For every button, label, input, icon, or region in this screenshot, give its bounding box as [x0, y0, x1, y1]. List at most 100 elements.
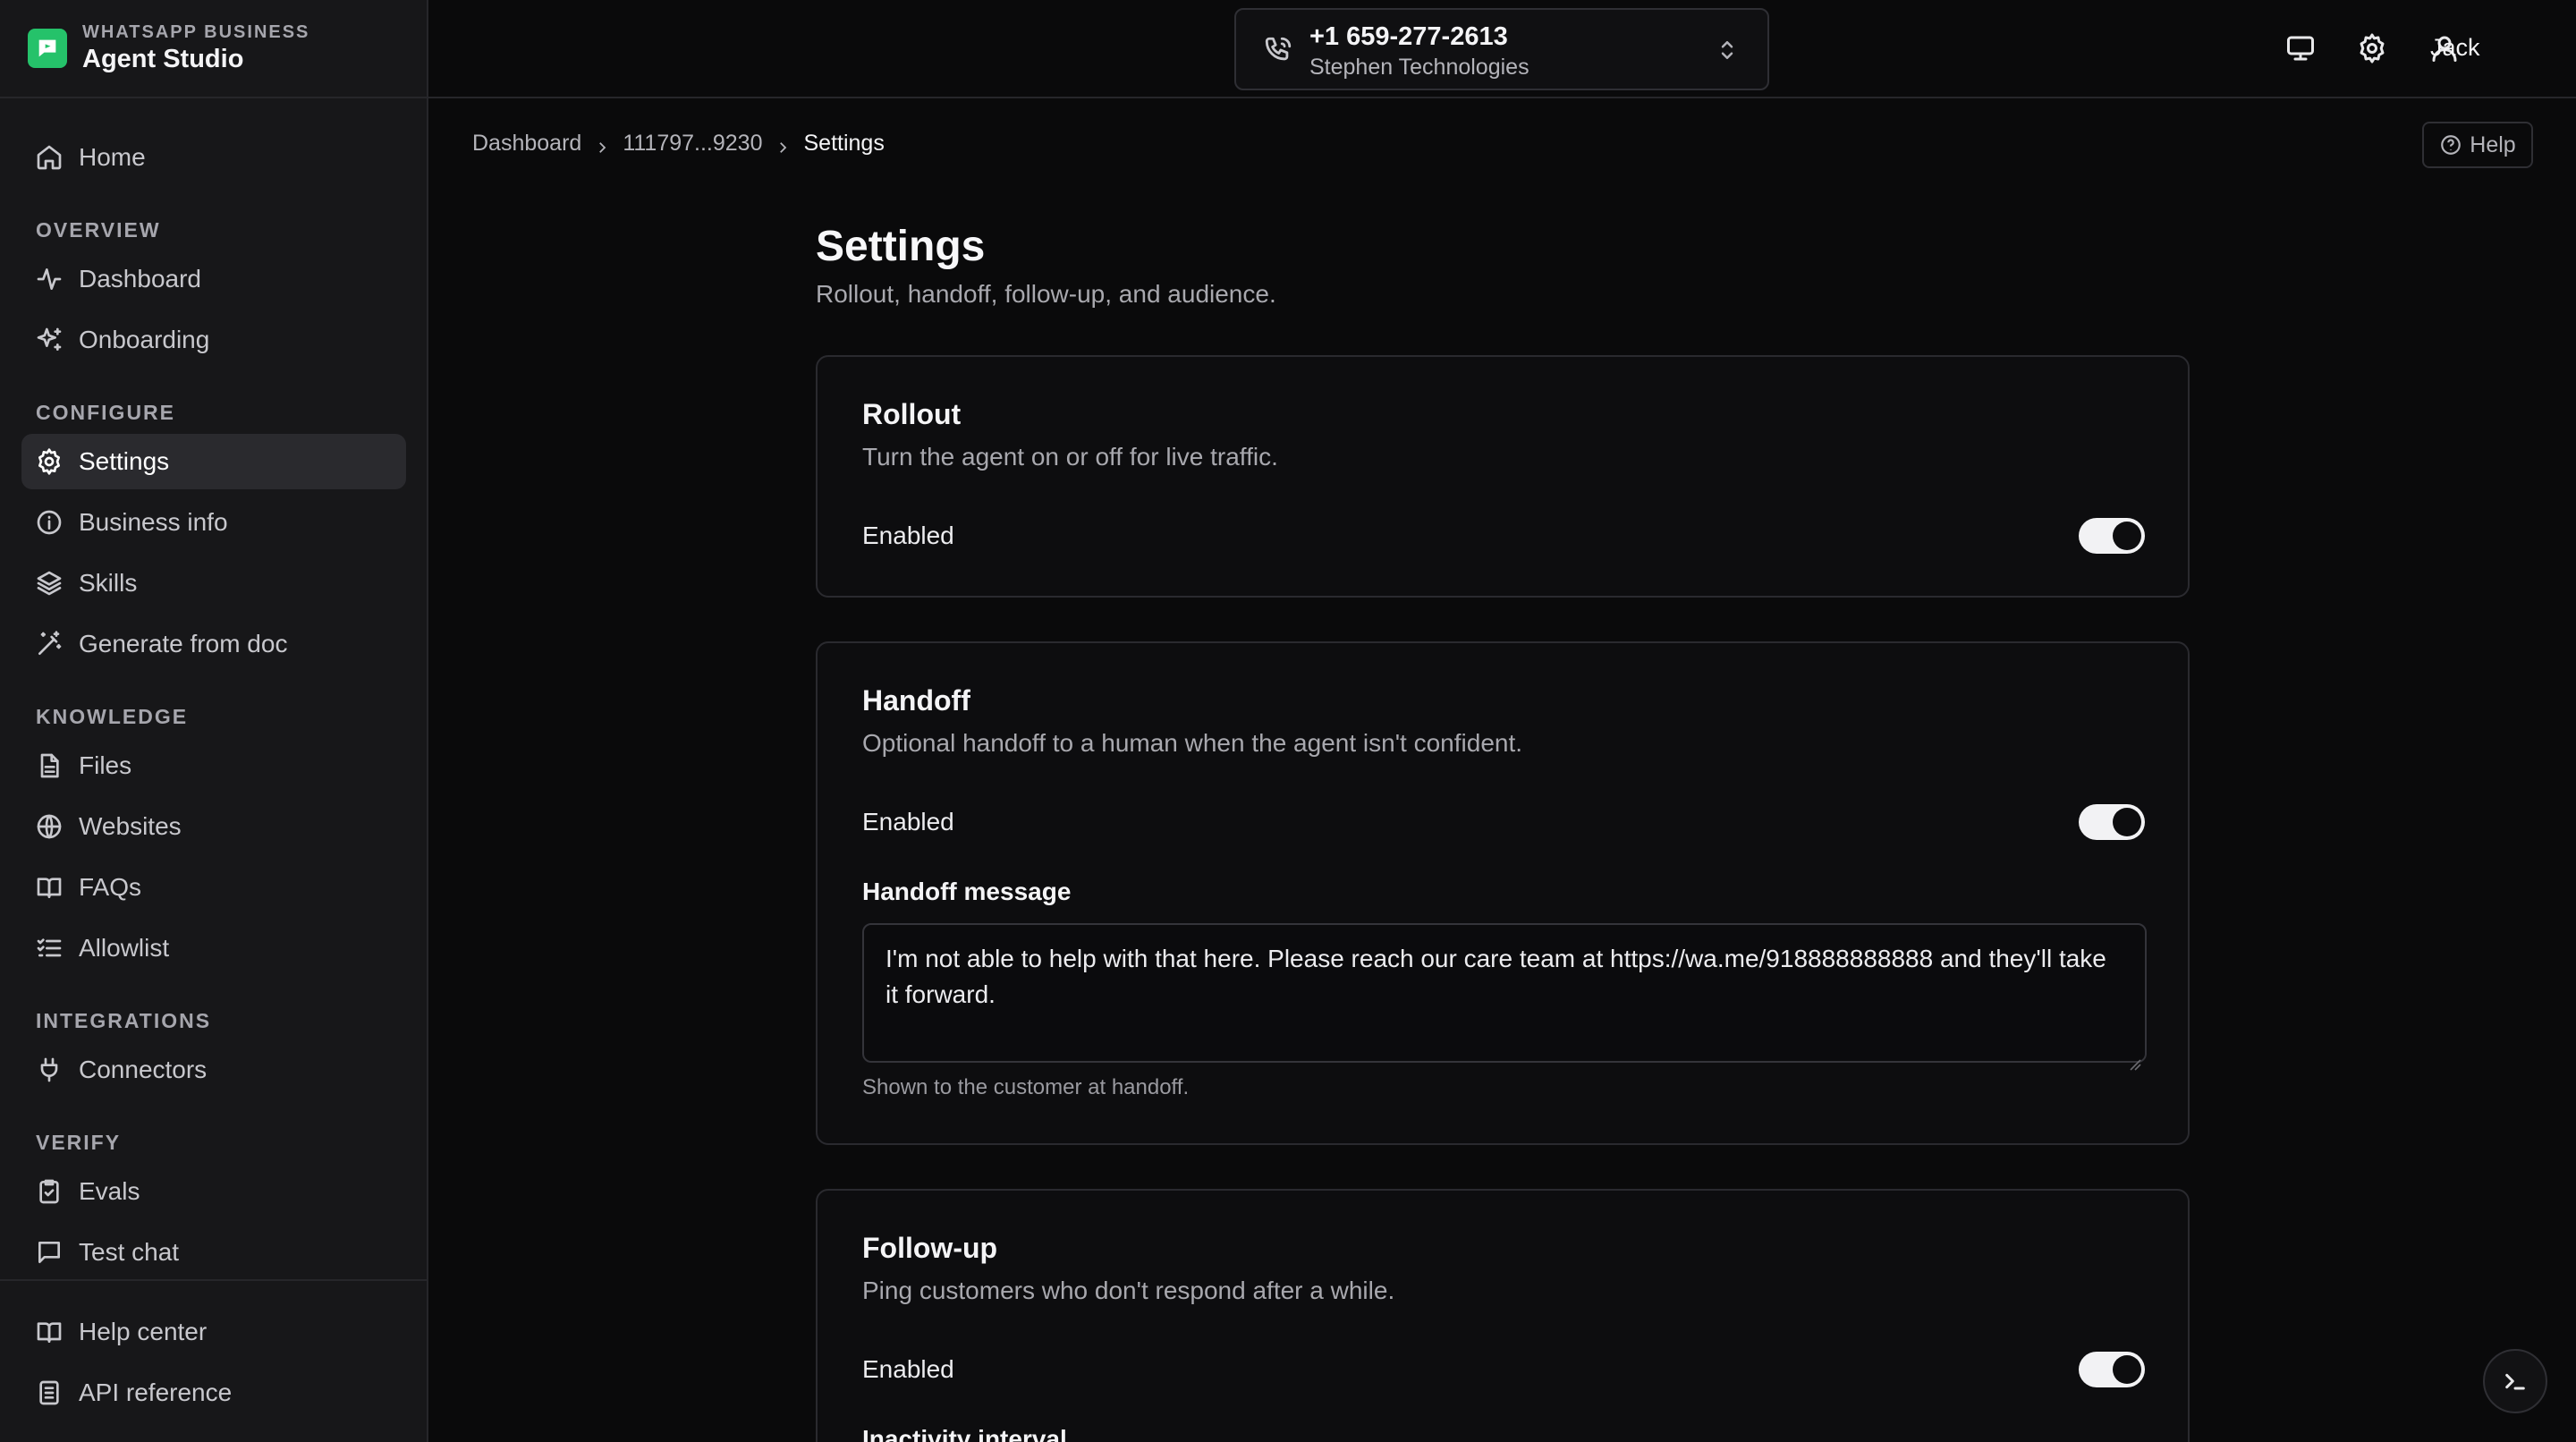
handoff-card: Handoff Optional handoff to a human when…	[816, 641, 2190, 1145]
sidebar-item-files[interactable]: Files	[21, 738, 406, 793]
handoff-message-help: Shown to the customer at handoff.	[862, 1075, 1190, 1099]
plug-icon	[34, 1055, 64, 1085]
toggle-knob	[2113, 808, 2141, 836]
topbar: +1 659-277-2613 Stephen Technologies Jac…	[428, 0, 2576, 98]
breadcrumb: Dashboard 111797...9230 Settings	[472, 131, 885, 157]
section-label-overview: OVERVIEW	[36, 218, 161, 242]
magic-wand-icon	[34, 629, 64, 659]
account-switcher[interactable]: +1 659-277-2613 Stephen Technologies	[1234, 8, 1769, 90]
sidebar-item-label: Business info	[79, 508, 228, 536]
rollout-title: Rollout	[862, 398, 962, 430]
sidebar-item-label: Generate from doc	[79, 630, 288, 657]
breadcrumb-dashboard[interactable]: Dashboard	[472, 131, 581, 157]
book-icon	[34, 872, 64, 903]
sidebar-item-label: Onboarding	[79, 326, 210, 353]
sparkles-icon	[34, 325, 64, 355]
handoff-title: Handoff	[862, 684, 970, 717]
sidebar-item-dashboard[interactable]: Dashboard	[21, 251, 406, 307]
followup-card: Follow-up Ping customers who don't respo…	[816, 1189, 2190, 1442]
sidebar-item-api-reference[interactable]: API reference	[21, 1365, 406, 1421]
toggle-knob	[2113, 1355, 2141, 1384]
handoff-enabled-label: Enabled	[862, 808, 954, 836]
sidebar-item-help-center[interactable]: Help center	[21, 1304, 406, 1360]
sidebar-item-label: Skills	[79, 569, 138, 597]
rollout-card: Rollout Turn the agent on or off for liv…	[816, 355, 2190, 598]
sidebar-item-label: Help center	[79, 1318, 208, 1345]
sidebar-item-label: API reference	[79, 1378, 233, 1406]
breadcrumb-current: Settings	[803, 131, 885, 156]
page-subtitle: Rollout, handoff, follow-up, and audienc…	[816, 280, 1276, 308]
terminal-button[interactable]	[2483, 1349, 2547, 1413]
help-button[interactable]: Help	[2422, 122, 2533, 168]
sidebar-item-evals[interactable]: Evals	[21, 1164, 406, 1219]
user-name[interactable]: Jack	[2430, 34, 2480, 62]
document-icon	[34, 1378, 64, 1408]
sidebar-item-onboarding[interactable]: Onboarding	[21, 312, 406, 368]
sidebar-item-home[interactable]: Home	[21, 130, 406, 185]
sidebar-item-websites[interactable]: Websites	[21, 799, 406, 854]
sidebar-item-skills[interactable]: Skills	[21, 556, 406, 611]
gear-icon[interactable]	[2356, 32, 2388, 64]
sidebar-item-test-chat[interactable]: Test chat	[21, 1225, 406, 1280]
section-label-verify: VERIFY	[36, 1131, 122, 1154]
list-check-icon	[34, 933, 64, 963]
sidebar-item-faqs[interactable]: FAQs	[21, 860, 406, 915]
sidebar-item-label: Test chat	[79, 1238, 180, 1266]
sidebar-item-label: Settings	[79, 447, 170, 475]
brand-kicker: WHATSAPP BUSINESS	[82, 22, 310, 42]
handoff-description: Optional handoff to a human when the age…	[862, 729, 1523, 757]
handoff-message-value: I'm not able to help with that here. Ple…	[886, 945, 2106, 1008]
app-root: WHATSAPP BUSINESS Agent Studio Home OVER…	[0, 0, 2576, 1442]
sidebar-divider	[0, 1279, 427, 1281]
question-circle-icon	[2441, 135, 2462, 155]
followup-enabled-toggle[interactable]	[2079, 1352, 2145, 1387]
sidebar-item-label: Connectors	[79, 1056, 208, 1083]
gear-icon	[34, 446, 64, 477]
sidebar-item-label: Evals	[79, 1177, 140, 1205]
help-button-label: Help	[2470, 131, 2516, 157]
section-label-integrations: INTEGRATIONS	[36, 1009, 212, 1032]
monitor-icon[interactable]	[2284, 32, 2317, 64]
brand-title: Agent Studio	[82, 45, 244, 73]
account-company-name: Stephen Technologies	[1309, 55, 1530, 80]
chevron-right-icon	[594, 136, 610, 153]
followup-title: Follow-up	[862, 1232, 998, 1264]
rollout-description: Turn the agent on or off for live traffi…	[862, 443, 1278, 471]
followup-enabled-label: Enabled	[862, 1355, 954, 1383]
sidebar: WHATSAPP BUSINESS Agent Studio Home OVER…	[0, 0, 428, 1442]
terminal-icon	[2505, 1373, 2525, 1390]
globe-icon	[34, 811, 64, 842]
rollout-enabled-label: Enabled	[862, 522, 954, 549]
sidebar-item-generate-from-doc[interactable]: Generate from doc	[21, 616, 406, 672]
chevron-up-down-icon	[1714, 37, 1741, 64]
brand[interactable]: WHATSAPP BUSINESS Agent Studio	[0, 0, 427, 98]
file-icon	[34, 751, 64, 781]
section-label-configure: CONFIGURE	[36, 401, 175, 424]
rollout-enabled-toggle[interactable]	[2079, 518, 2145, 554]
followup-description: Ping customers who don't respond after a…	[862, 1277, 1395, 1304]
info-icon	[34, 507, 64, 538]
sidebar-item-label: Files	[79, 751, 132, 779]
breadcrumb-agent-id[interactable]: 111797...9230	[623, 131, 762, 157]
sidebar-item-allowlist[interactable]: Allowlist	[21, 920, 406, 976]
sidebar-item-label: Home	[79, 143, 146, 171]
clipboard-check-icon	[34, 1176, 64, 1207]
page-title: Settings	[816, 223, 986, 270]
sidebar-item-label: Dashboard	[79, 265, 201, 293]
sidebar-item-business-info[interactable]: Business info	[21, 495, 406, 550]
whatsapp-chat-logo-icon	[28, 29, 67, 68]
sidebar-item-settings[interactable]: Settings	[21, 434, 406, 489]
handoff-message-label: Handoff message	[862, 878, 1072, 905]
followup-interval-label: Inactivity interval	[862, 1425, 1067, 1442]
section-label-knowledge: KNOWLEDGE	[36, 705, 189, 728]
resize-grip-icon[interactable]	[2129, 1045, 2141, 1071]
handoff-enabled-toggle[interactable]	[2079, 804, 2145, 840]
chevron-right-icon	[775, 136, 791, 153]
sidebar-item-connectors[interactable]: Connectors	[21, 1042, 406, 1098]
layers-icon	[34, 568, 64, 598]
sidebar-item-label: FAQs	[79, 873, 142, 901]
home-icon	[34, 142, 64, 173]
account-phone-number: +1 659-277-2613	[1309, 22, 1508, 51]
handoff-message-textarea[interactable]: I'm not able to help with that here. Ple…	[862, 923, 2147, 1071]
sidebar-item-label: Websites	[79, 812, 182, 840]
